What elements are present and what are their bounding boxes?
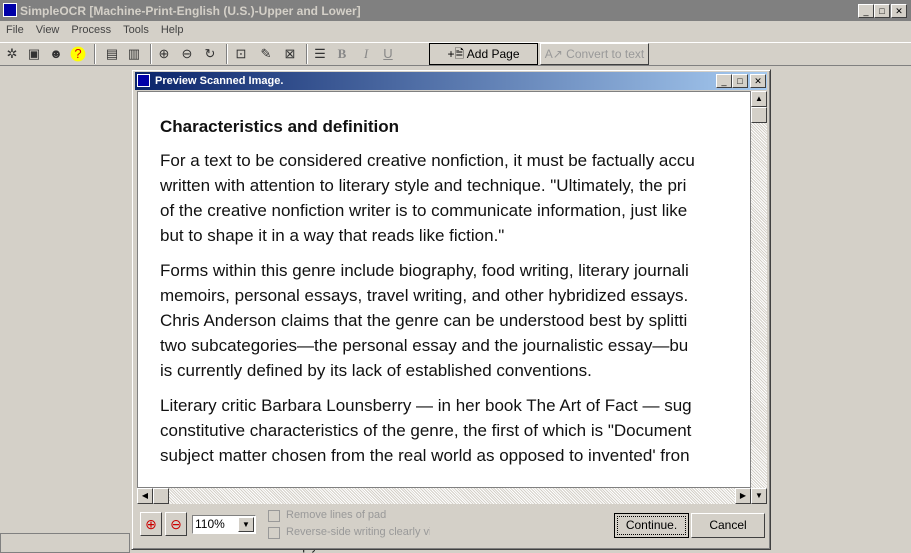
document-line: written with attention to literary style… (160, 176, 687, 195)
vertical-scroll-thumb[interactable] (751, 107, 767, 123)
user-icon[interactable]: ☻ (46, 44, 66, 64)
edit-icon[interactable]: ✎ (256, 44, 276, 64)
document-line: Chris Anderson claims that the genre can… (160, 311, 688, 330)
horizontal-scroll-thumb[interactable] (153, 488, 169, 504)
vertical-scrollbar[interactable]: ▲ (751, 91, 767, 488)
menu-view[interactable]: View (30, 22, 66, 40)
select-area-icon[interactable]: ⊡ (231, 44, 251, 64)
continue-label: Continue. (625, 518, 678, 532)
menu-tools[interactable]: Tools (117, 22, 155, 40)
dialog-title-bar: Preview Scanned Image. (135, 72, 767, 90)
rotate-icon[interactable]: ↻ (200, 44, 220, 64)
document-line: memoirs, personal essays, travel writing… (160, 286, 689, 305)
page-icon[interactable]: ▤ (102, 44, 122, 64)
document-line: constitutive characteristics of the genr… (160, 421, 692, 440)
zoom-value: 110% (195, 517, 225, 531)
document-paragraph: Forms within this genre include biograph… (160, 258, 750, 383)
save-icon[interactable]: ▣ (24, 44, 44, 64)
separator (94, 44, 96, 64)
remove-lines-label: Remove lines of pad (286, 509, 387, 521)
document-line: For a text to be considered creative non… (160, 151, 695, 170)
add-page-label: Add Page (466, 47, 520, 61)
dialog-maximize-button[interactable]: □ (732, 74, 748, 88)
underline-icon[interactable]: U (378, 44, 398, 64)
dialog-minimize-button[interactable]: _ (716, 74, 732, 88)
document-line: subject matter chosen from the real worl… (160, 446, 690, 465)
close-button[interactable]: ✕ (891, 4, 907, 18)
status-panel (0, 533, 130, 553)
bold-icon[interactable]: B (332, 44, 352, 64)
document-line: but to shape it in a way that reads like… (160, 226, 505, 245)
zoom-out-icon: ⊖ (170, 516, 182, 532)
zoom-in-icon: ⊕ (145, 516, 157, 532)
dialog-title: Preview Scanned Image. (155, 75, 284, 87)
document-line: of the creative nonfiction writer is to … (160, 201, 688, 220)
zoom-in-button[interactable]: ⊕ (140, 512, 162, 536)
minimize-button[interactable]: _ (858, 4, 874, 18)
dialog-close-button[interactable]: ✕ (750, 74, 766, 88)
document-line: two subcategories—the personal essay and… (160, 336, 689, 355)
document-line: Forms within this genre include biograph… (160, 261, 689, 280)
reverse-side-label: Reverse-side writing clearly vis (286, 526, 430, 538)
menu-bar: File View Process Tools Help (0, 22, 189, 40)
scroll-down-button[interactable]: ▼ (751, 488, 767, 504)
document-heading: Characteristics and definition (160, 117, 399, 136)
separator (150, 44, 152, 64)
scroll-left-button[interactable]: ◀ (137, 488, 153, 504)
remove-area-icon[interactable]: ⊠ (280, 44, 300, 64)
italic-icon[interactable]: I (356, 44, 376, 64)
convert-to-text-button[interactable]: A↗ Convert to text (540, 43, 649, 65)
scanned-document: Characteristics and definition For a tex… (160, 114, 750, 478)
document-line: is currently defined by its lack of esta… (160, 361, 592, 380)
menu-help[interactable]: Help (155, 22, 190, 40)
scan-icon[interactable]: ✲ (2, 44, 22, 64)
document-paragraph: Literary critic Barbara Lounsberry — in … (160, 393, 750, 468)
list-icon[interactable]: ☰ (310, 44, 330, 64)
add-page-button[interactable]: +🗎 Add Page (429, 43, 538, 65)
dialog-icon (137, 74, 150, 87)
zoom-out-icon[interactable]: ⊖ (177, 44, 197, 64)
horizontal-scrollbar[interactable]: ◀ ▶ (137, 488, 751, 504)
scanned-image-preview: Characteristics and definition For a tex… (137, 91, 751, 488)
continue-button[interactable]: Continue. (614, 513, 689, 538)
scroll-up-button[interactable]: ▲ (751, 91, 767, 107)
remove-lines-checkbox[interactable] (268, 510, 280, 522)
zoom-in-icon[interactable]: ⊕ (154, 44, 174, 64)
separator (226, 44, 228, 64)
separator (306, 44, 308, 64)
app-title: SimpleOCR [Machine-Print-English (U.S.)-… (20, 4, 361, 18)
zoom-out-button[interactable]: ⊖ (165, 512, 187, 536)
preview-dialog: Preview Scanned Image. _ □ ✕ Characteris… (131, 69, 771, 550)
convert-label: Convert to text (566, 47, 645, 61)
cancel-button[interactable]: Cancel (691, 513, 765, 538)
pages-icon[interactable]: ▥ (124, 44, 144, 64)
zoom-select[interactable]: 110% ▼ (192, 515, 256, 534)
reverse-side-checkbox[interactable] (268, 527, 280, 539)
maximize-button[interactable]: □ (874, 4, 890, 18)
cancel-label: Cancel (709, 518, 747, 532)
document-line: Literary critic Barbara Lounsberry — in … (160, 396, 692, 415)
app-title-bar: SimpleOCR [Machine-Print-English (U.S.)-… (0, 0, 911, 21)
scroll-right-button[interactable]: ▶ (735, 488, 751, 504)
help-icon[interactable]: ? (68, 44, 88, 64)
menu-file[interactable]: File (0, 22, 30, 40)
document-paragraph: For a text to be considered creative non… (160, 148, 750, 248)
menu-process[interactable]: Process (65, 22, 117, 40)
app-icon (3, 3, 17, 17)
chevron-down-icon[interactable]: ▼ (238, 517, 254, 532)
